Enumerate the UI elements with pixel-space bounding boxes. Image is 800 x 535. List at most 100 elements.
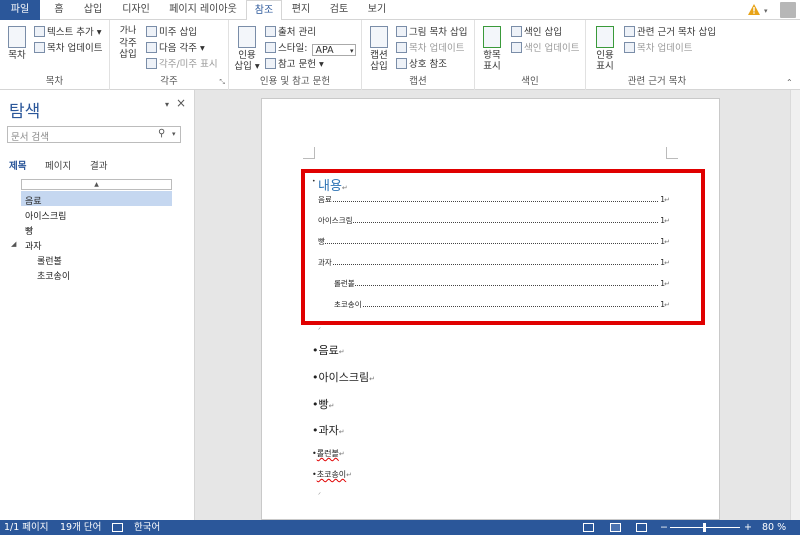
page-count[interactable]: 1/1 페이지 [4, 520, 49, 535]
bibliography-icon [265, 58, 276, 69]
avatar[interactable] [780, 2, 796, 18]
mark-citation-button[interactable]: 인용 표시 [592, 26, 618, 72]
heading-item-0[interactable]: 음료 [25, 194, 42, 207]
body-heading-0[interactable]: •음료↵ [312, 342, 345, 358]
toc-entry[interactable]: 아이스크림 1 ↵ [318, 216, 670, 226]
language[interactable]: 한국어 [134, 520, 160, 535]
tab-references[interactable]: 참조 [246, 0, 282, 21]
document-page[interactable]: • 내용↵ 음료 1 ↵ 아이스크림 1 ↵ 빵 1 ↵ 과자 1 ↵ 롤런볼 1 ↵ 초코송이 1 ↵ ᐟ •음… [261, 98, 720, 520]
zoom-slider-handle[interactable] [703, 523, 706, 532]
zoom-level[interactable]: 80 % [762, 520, 786, 535]
zoom-out-icon[interactable]: − [660, 520, 668, 535]
toc-entry[interactable]: 음료 1 ↵ [318, 195, 670, 205]
update-table-button[interactable]: 목차 업데이트 [396, 42, 464, 55]
nav-title: 탐색 [9, 102, 41, 122]
show-notes-button[interactable]: 각주/미주 표시 [146, 58, 218, 71]
insert-toa-button[interactable]: 관련 근거 목차 삽입 [624, 26, 716, 39]
insert-caption-button[interactable]: 캡션 삽입 [366, 26, 392, 72]
tab-headings[interactable]: 제목 [9, 158, 26, 172]
heading-item-4[interactable]: 롤런볼 [37, 254, 62, 267]
body-heading-1-text: 아이스크림 [318, 371, 370, 384]
search-input[interactable]: 문서 검색 ⚲ ▾ [7, 126, 181, 143]
insert-footnote-button[interactable]: 가나 각주 삽입 [114, 26, 142, 60]
toc-entry[interactable]: 롤런볼 1 ↵ [334, 279, 670, 289]
dialog-launcher-icon[interactable]: ⤡ [219, 78, 225, 87]
tab-file[interactable]: 파일 [0, 0, 40, 20]
insert-tof-label: 그림 목차 삽입 [409, 27, 468, 38]
update-toc-label: 목차 업데이트 [47, 43, 103, 54]
tab-layout[interactable]: 페이지 레이아웃 [164, 0, 242, 20]
manage-sources-button[interactable]: 출처 관리 [265, 26, 316, 39]
add-text-label: 텍스트 추가 [47, 27, 94, 38]
print-layout-icon[interactable] [610, 523, 621, 532]
chevron-down-icon[interactable]: ▾ [172, 130, 176, 138]
body-heading-2[interactable]: •빵↵ [312, 396, 335, 412]
tab-design[interactable]: 디자인 [114, 0, 158, 20]
style-dropdown[interactable]: APA ▾ [312, 44, 357, 56]
next-footnote-button[interactable]: 다음 각주 ▾ [146, 42, 205, 55]
cross-reference-button[interactable]: 상호 참조 [396, 58, 447, 71]
heading-item-5[interactable]: 초코송이 [37, 269, 70, 282]
toc-dot-leader [334, 306, 658, 307]
insert-endnote-label: 미주 삽입 [159, 27, 197, 38]
tab-insert[interactable]: 삽입 [78, 0, 108, 20]
dropdown-arrow-icon[interactable]: ▾ [764, 7, 768, 15]
web-layout-icon[interactable] [636, 523, 647, 532]
tab-pages[interactable]: 페이지 [45, 158, 71, 172]
body-heading-4[interactable]: •롤런볼↵ [312, 448, 345, 459]
toc-dot-leader [318, 222, 658, 223]
vertical-scrollbar[interactable] [790, 90, 800, 520]
proofing-icon[interactable] [112, 523, 123, 532]
bibliography-button[interactable]: 참고 문헌 ▾ [265, 58, 324, 71]
heading-item-3[interactable]: 과자 [25, 239, 42, 252]
body-heading-3[interactable]: •과자↵ [312, 422, 345, 438]
tab-mailings[interactable]: 편지 [286, 0, 316, 20]
return-mark: ↵ [664, 259, 670, 267]
update-icon [396, 42, 407, 53]
warning-icon[interactable] [748, 4, 760, 15]
body-heading-1[interactable]: •아이스크림↵ [312, 369, 375, 385]
insert-endnote-button[interactable]: 미주 삽입 [146, 26, 197, 39]
toc-entry-text: 롤런볼 [334, 279, 355, 288]
tab-review[interactable]: 검토 [324, 0, 354, 20]
insert-citation-button[interactable]: 인용 삽입 ▾ [233, 26, 261, 72]
update-toc-button[interactable]: 목차 업데이트 [34, 42, 102, 55]
close-icon[interactable]: × [176, 96, 186, 110]
tab-home[interactable]: 홈 [46, 0, 72, 20]
return-mark: ↵ [664, 301, 670, 309]
tab-view[interactable]: 보기 [362, 0, 392, 20]
toc-entry[interactable]: 초코송이 1 ↵ [334, 300, 670, 310]
toc-button[interactable]: 목차 [4, 26, 30, 61]
footnotes-group: 가나 각주 삽입 미주 삽입 다음 각주 ▾ 각주/미주 표시 각주 ⤡ [110, 20, 229, 90]
collapse-triangle-icon[interactable]: ◢ [11, 240, 16, 248]
zoom-in-icon[interactable]: + [744, 520, 752, 535]
footnotes-group-label: 각주 [160, 76, 178, 87]
style-value: APA [315, 45, 334, 56]
read-mode-icon[interactable] [583, 523, 594, 532]
add-text-button[interactable]: 텍스트 추가 ▾ [34, 26, 102, 39]
toc-entry[interactable]: 빵 1 ↵ [318, 237, 670, 247]
nav-options-icon[interactable]: ▾ [165, 100, 169, 109]
update-toa-button[interactable]: 목차 업데이트 [624, 42, 692, 55]
heading-item-2[interactable]: 빵 [25, 224, 33, 237]
toc-button-label: 목차 [8, 50, 26, 61]
insert-tof-button[interactable]: 그림 목차 삽입 [396, 26, 467, 39]
insert-caption-label-1: 캡션 [370, 50, 388, 61]
toc-title[interactable]: 내용↵ [318, 175, 348, 194]
body-heading-5[interactable]: •초코송이↵ [312, 469, 352, 480]
mark-entry-button[interactable]: 항목 표시 [479, 26, 505, 72]
empty-paragraph-mark: ᐟ [318, 326, 321, 334]
heading-item-1[interactable]: 아이스크림 [25, 209, 66, 222]
caption-icon [370, 26, 388, 48]
scroll-up-button[interactable]: ▲ [21, 179, 172, 190]
style-selector[interactable]: 스타일: APA ▾ [265, 42, 357, 56]
update-index-button[interactable]: 색인 업데이트 [511, 42, 579, 55]
search-icon[interactable]: ⚲ [158, 128, 165, 139]
table-of-figures-icon [396, 26, 407, 37]
mark-entry-label-1: 항목 [483, 50, 501, 61]
collapse-ribbon-icon[interactable]: ⌃ [786, 78, 793, 87]
word-count[interactable]: 19개 단어 [60, 520, 101, 535]
tab-results[interactable]: 결과 [90, 158, 107, 172]
insert-index-button[interactable]: 색인 삽입 [511, 26, 562, 39]
toc-entry[interactable]: 과자 1 ↵ [318, 258, 670, 268]
